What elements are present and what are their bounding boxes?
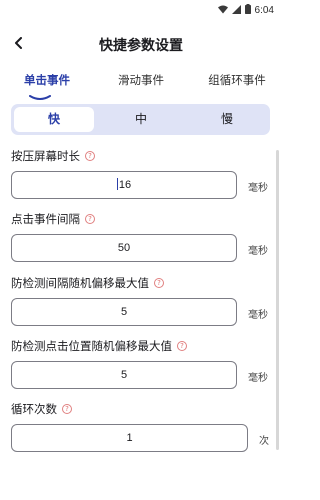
status-icons: 6:04 — [217, 4, 274, 17]
click-interval-input[interactable]: 50 — [11, 234, 237, 262]
press-duration-input[interactable]: 16 — [11, 171, 237, 199]
field-label-text: 防检测间隔随机偏移最大值 — [11, 276, 149, 290]
speed-option-medium[interactable]: 中 — [101, 104, 181, 135]
help-icon[interactable]: ? — [85, 151, 95, 161]
app-bar: 快捷参数设置 — [0, 28, 282, 60]
tab-swipe-event[interactable]: 滑动事件 — [116, 72, 166, 88]
wifi-icon — [217, 5, 228, 17]
signal-icon — [231, 4, 241, 17]
field-label-text: 点击事件间隔 — [11, 212, 80, 226]
position-offset-unit: 毫秒 — [248, 373, 268, 384]
position-offset-label: 防检测点击位置随机偏移最大值 ? — [11, 338, 187, 354]
loop-count-label: 循环次数 ? — [11, 401, 72, 417]
loop-count-input[interactable]: 1 — [11, 424, 248, 452]
speed-option-fast[interactable]: 快 — [14, 107, 94, 132]
interval-offset-label: 防检测间隔随机偏移最大值 ? — [11, 275, 164, 291]
field-label-text: 按压屏幕时长 — [11, 149, 80, 163]
battery-icon — [244, 4, 251, 17]
interval-offset-input[interactable]: 5 — [11, 298, 237, 326]
press-duration-unit: 毫秒 — [248, 183, 268, 194]
status-bar: 6:04 — [0, 0, 282, 22]
speed-selector: 快 中 慢 — [11, 104, 270, 135]
scrollbar[interactable] — [276, 150, 279, 450]
tab-group-loop-event[interactable]: 组循环事件 — [205, 72, 269, 88]
field-label-text: 循环次数 — [11, 402, 57, 416]
help-icon[interactable]: ? — [154, 278, 164, 288]
tab-indicator — [29, 86, 51, 100]
help-icon[interactable]: ? — [62, 404, 72, 414]
event-tabs: 单击事件 滑动事件 组循环事件 — [0, 68, 282, 100]
click-interval-unit: 毫秒 — [248, 246, 268, 257]
status-time: 6:04 — [254, 5, 274, 16]
press-duration-label: 按压屏幕时长 ? — [11, 148, 95, 164]
help-icon[interactable]: ? — [177, 341, 187, 351]
field-label-text: 防检测点击位置随机偏移最大值 — [11, 339, 172, 353]
click-interval-label: 点击事件间隔 ? — [11, 211, 95, 227]
page-title: 快捷参数设置 — [99, 38, 183, 54]
position-offset-input[interactable]: 5 — [11, 361, 237, 389]
speed-option-slow[interactable]: 慢 — [187, 104, 267, 135]
press-duration-value: 16 — [118, 179, 132, 191]
loop-count-unit: 次 — [259, 436, 269, 447]
help-icon[interactable]: ? — [85, 214, 95, 224]
interval-offset-unit: 毫秒 — [248, 310, 268, 321]
text-cursor — [116, 178, 118, 191]
